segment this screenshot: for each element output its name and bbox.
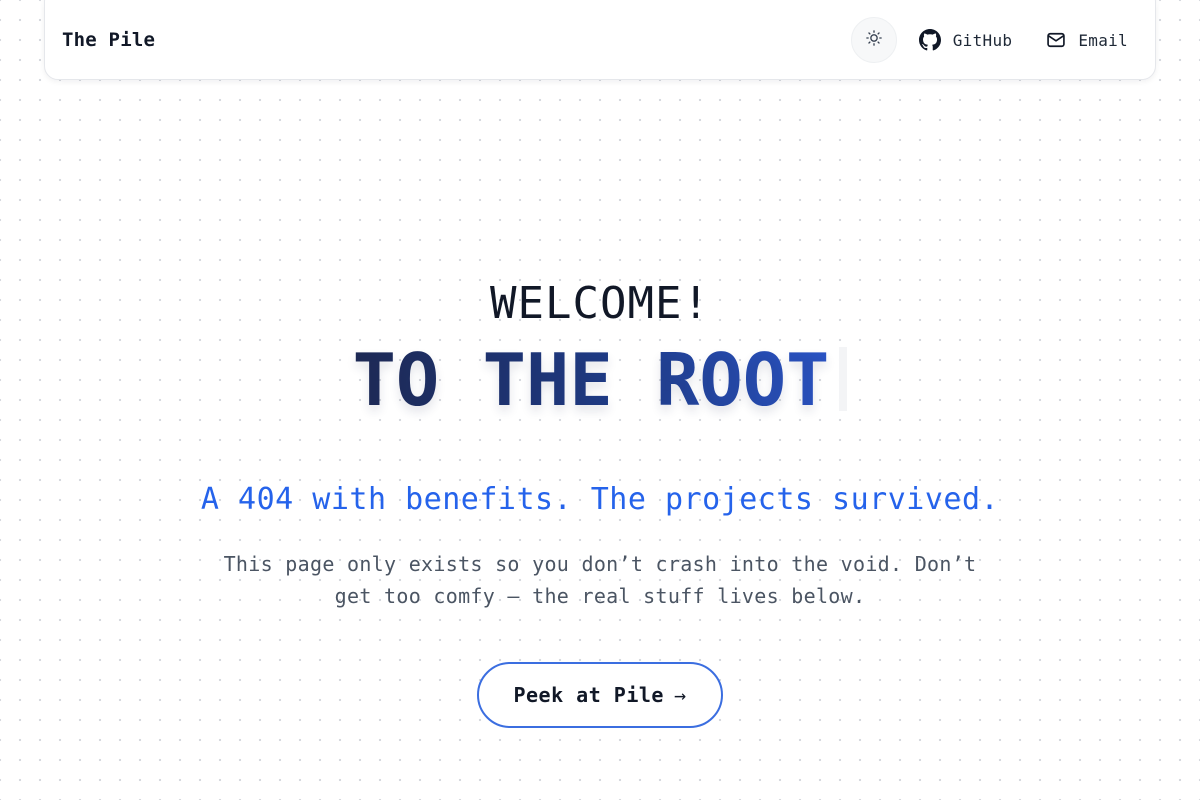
hero-section: WELCOME! TO THE ROOT A 404 with benefits… xyxy=(0,276,1200,728)
mail-icon xyxy=(1046,30,1066,50)
arrow-right-icon: → xyxy=(673,683,687,707)
headline-row: TO THE ROOT xyxy=(0,340,1200,420)
welcome-heading: WELCOME! xyxy=(490,278,710,329)
main-headline: TO THE ROOT xyxy=(352,338,830,422)
email-link[interactable]: Email xyxy=(1046,30,1128,50)
peek-at-pile-button[interactable]: Peek at Pile → xyxy=(477,662,723,728)
github-link[interactable]: GitHub xyxy=(918,29,1013,51)
top-navbar: The Pile GitHub Email xyxy=(44,0,1156,80)
typing-cursor xyxy=(839,347,848,411)
github-icon xyxy=(918,29,941,51)
brand-logo-text[interactable]: The Pile xyxy=(62,29,155,51)
theme-toggle-button[interactable] xyxy=(850,17,897,63)
description-text: This page only exists so you don’t crash… xyxy=(223,552,977,608)
sun-icon xyxy=(865,29,883,51)
nav-right: GitHub Email xyxy=(850,17,1138,63)
cta-label: Peek at Pile xyxy=(513,683,664,707)
github-link-label: GitHub xyxy=(952,30,1013,50)
email-link-label: Email xyxy=(1078,30,1128,50)
tagline: A 404 with benefits. The projects surviv… xyxy=(200,482,1000,517)
